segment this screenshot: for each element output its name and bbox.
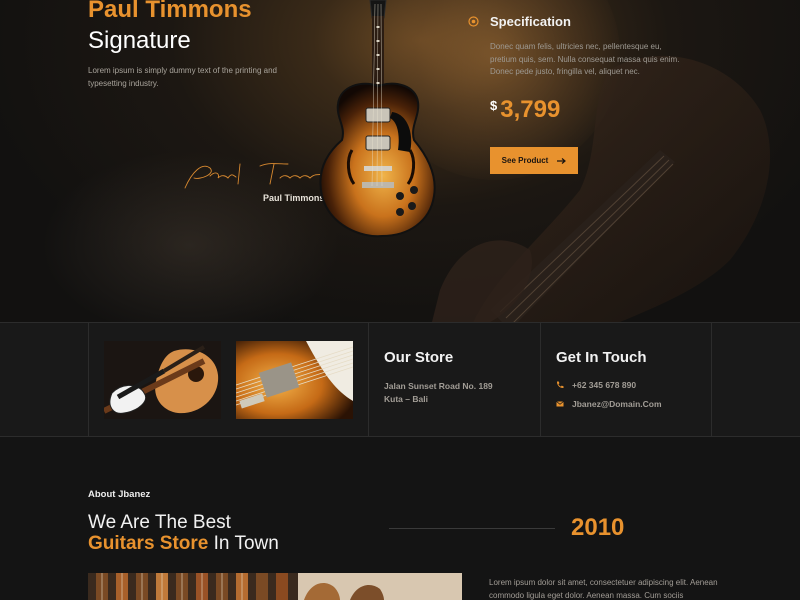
specification-description: Donec quam felis, ultricies nec, pellent… [490, 42, 680, 76]
hero-description: Lorem ipsum is simply dummy text of the … [88, 66, 277, 88]
about-heading-line-2: Guitars Store In Town [88, 533, 279, 555]
contact-email[interactable]: Jbanez@Domain.Com [556, 399, 662, 409]
info-strip: Our Store Jalan Sunset Road No. 189 Kuta… [0, 322, 800, 437]
price-currency: $ [490, 98, 498, 113]
divider [711, 323, 712, 436]
gallery-thumbnail-1[interactable] [104, 341, 221, 419]
store-guitars-image [88, 573, 462, 600]
email-address: Jbanez@Domain.Com [572, 399, 662, 409]
phone-number: +62 345 678 890 [572, 380, 637, 390]
about-heading-rest: In Town [213, 533, 279, 554]
hero-player-image [432, 56, 770, 322]
contact-phone[interactable]: +62 345 678 890 [556, 380, 636, 390]
divider [368, 323, 369, 436]
product-price: $3,799 [490, 96, 560, 124]
hero-title-secondary: Signature [88, 27, 191, 54]
contact-title: Get In Touch [556, 349, 647, 366]
store-address: Jalan Sunset Road No. 189 Kuta – Bali [384, 380, 493, 406]
gallery-thumbnail-2[interactable] [236, 341, 353, 419]
divider [540, 323, 541, 436]
divider [88, 323, 89, 436]
store-title: Our Store [384, 349, 454, 366]
store-address-line-2: Kuta – Bali [384, 394, 428, 404]
divider-line [389, 528, 555, 529]
store-address-line-1: Jalan Sunset Road No. 189 [384, 381, 493, 391]
see-product-button[interactable]: See Product [490, 147, 578, 174]
phone-icon [556, 381, 564, 389]
hero-title-primary: Paul Timmons [88, 0, 252, 23]
about-heading-accent: Guitars Store [88, 533, 209, 554]
see-product-label: See Product [501, 156, 549, 165]
about-text: Lorem ipsum dolor sit amet, consectetuer… [489, 578, 718, 600]
mail-icon [556, 401, 564, 407]
hero-section: Paul Timmons Signature Lorem ipsum is si… [0, 0, 800, 322]
guitar-product-image [319, 0, 436, 238]
about-label: About Jbanez [88, 489, 151, 500]
target-icon [468, 16, 479, 27]
about-heading-line-1: We Are The Best [88, 512, 231, 533]
specification-title: Specification [490, 14, 571, 29]
founded-year: 2010 [571, 514, 625, 541]
price-amount: 3,799 [500, 96, 561, 123]
arrow-right-icon [557, 157, 567, 164]
